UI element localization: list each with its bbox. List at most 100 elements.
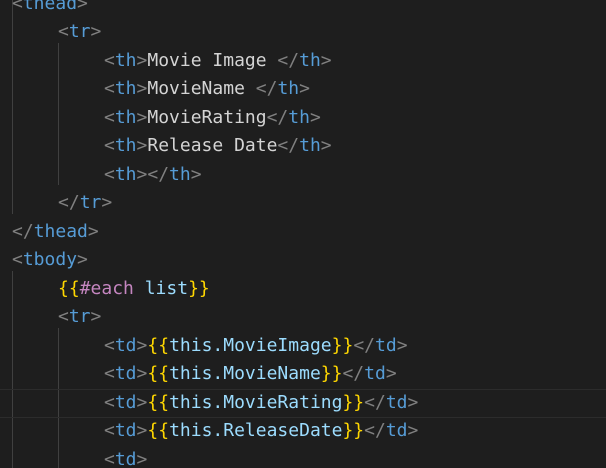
code-token-punct: > — [77, 249, 88, 270]
code-token-punct: </ — [58, 192, 80, 213]
code-token-punct: </ — [364, 420, 386, 441]
code-token-punct: > — [136, 335, 148, 356]
code-token-punct: > — [309, 107, 321, 128]
code-token-tag: td — [114, 392, 137, 413]
code-token-punct: > — [407, 392, 419, 413]
code-line[interactable]: <tbody> — [0, 246, 606, 275]
code-token-tag: td — [114, 335, 137, 356]
code-token-punct: </ — [364, 392, 386, 413]
code-token-brace: }} — [331, 335, 354, 356]
code-token-punct: > — [396, 335, 408, 356]
code-token-punct: </ — [266, 107, 289, 128]
code-token-brace: }} — [188, 278, 210, 299]
code-token-tag: tr — [68, 306, 91, 327]
code-token-tag: th — [114, 164, 137, 185]
code-token-var: this.MovieImage — [169, 335, 332, 356]
code-token-punct: > — [101, 192, 113, 213]
code-token-punct: </ — [353, 335, 375, 356]
code-token-brace: {{ — [147, 363, 170, 384]
code-token-punct: < — [104, 50, 115, 71]
code-token-punct: < — [104, 135, 115, 156]
code-token-punct: > — [136, 107, 148, 128]
code-token-tag: thead — [22, 0, 78, 14]
code-token-tag: tr — [68, 21, 91, 42]
code-token-tag: th — [114, 135, 137, 156]
code-line[interactable]: <thead> — [0, 0, 606, 19]
code-token-brace: }} — [320, 363, 343, 384]
code-token-tag: td — [364, 363, 386, 384]
code-line[interactable]: {{#each list}} — [0, 275, 606, 304]
code-token-punct: > — [136, 135, 148, 156]
code-line[interactable]: </thead> — [0, 218, 606, 247]
code-token-brace: }} — [342, 420, 365, 441]
code-token-brace: {{ — [147, 392, 170, 413]
code-token-tag: th — [169, 164, 191, 185]
code-token-tag: th — [114, 50, 137, 71]
code-token-punct: < — [58, 21, 69, 42]
code-token-tag: td — [114, 420, 137, 441]
code-token-punct: > — [136, 449, 148, 468]
code-token-brace: {{ — [58, 278, 80, 299]
code-token-tag: th — [299, 50, 321, 71]
code-token-text: Release Date — [147, 135, 278, 156]
code-line[interactable]: <th>MovieName </th> — [0, 75, 606, 104]
code-token-punct: > — [385, 363, 397, 384]
code-token-text: Movie Image — [147, 50, 278, 71]
code-token-punct: > — [136, 363, 148, 384]
code-token-punct: </ — [277, 135, 300, 156]
code-token-var: list — [144, 278, 189, 299]
code-line[interactable]: <th>MovieRating</th> — [0, 104, 606, 133]
code-token-tag: th — [299, 135, 321, 156]
code-token-tag: th — [114, 107, 137, 128]
code-token-tag: thead — [33, 221, 88, 242]
code-token-punct: > — [136, 50, 148, 71]
code-token-text: MovieRating — [147, 107, 267, 128]
code-token-punct: < — [12, 0, 23, 14]
code-token-tag: td — [385, 392, 408, 413]
code-token-tag: td — [375, 335, 397, 356]
code-token-punct: > — [299, 78, 310, 99]
code-token-punct: < — [104, 164, 115, 185]
code-token-punct: > — [407, 420, 419, 441]
code-line[interactable]: <th>Movie Image </th> — [0, 47, 606, 76]
code-token-punct: < — [104, 107, 115, 128]
code-token-tag: th — [114, 78, 137, 99]
code-token-brace: {{ — [147, 335, 170, 356]
code-token-text: MovieName — [147, 78, 256, 99]
code-line[interactable]: <tr> — [0, 303, 606, 332]
code-line[interactable]: <td> — [0, 446, 606, 468]
code-token-tag: td — [385, 420, 408, 441]
code-line[interactable]: <tr> — [0, 18, 606, 47]
code-token-tag: td — [114, 363, 137, 384]
code-token-punct: < — [104, 449, 115, 468]
code-token-var: this.MovieName — [169, 363, 321, 384]
code-line[interactable]: <td>{{this.MovieImage}}</td> — [0, 332, 606, 361]
code-token-punct: < — [12, 249, 23, 270]
code-token-punct: > — [320, 135, 332, 156]
code-token-brace: {{ — [147, 420, 170, 441]
code-line[interactable]: <th></th> — [0, 161, 606, 190]
code-line[interactable]: <td>{{this.ReleaseDate}}</td> — [0, 417, 606, 446]
code-token-tag: tr — [79, 192, 102, 213]
code-token-punct: > — [87, 221, 99, 242]
code-line[interactable]: <td>{{this.MovieName}}</td> — [0, 360, 606, 389]
code-line[interactable]: <td>{{this.MovieRating}}</td> — [0, 389, 606, 418]
code-token-punct: </ — [277, 50, 300, 71]
code-editor[interactable]: <thead> <tr> <th>Movie Image </th> <th>Movi… — [0, 0, 606, 468]
code-line[interactable]: <th>Release Date</th> — [0, 132, 606, 161]
code-token-var: this.ReleaseDate — [169, 420, 343, 441]
code-token-punct: > — [77, 0, 88, 14]
code-token-punct: < — [104, 420, 115, 441]
code-token-brace: }} — [342, 392, 365, 413]
code-token-punct: > — [136, 420, 148, 441]
code-token-punct: > — [136, 78, 148, 99]
code-token-punct: < — [58, 306, 69, 327]
code-token-punct: </ — [255, 78, 278, 99]
code-token-punct: > — [136, 392, 148, 413]
code-token-punct: < — [104, 78, 115, 99]
code-line[interactable]: </tr> — [0, 189, 606, 218]
code-token-keyword: #each — [79, 278, 134, 299]
code-token-punct: < — [104, 392, 115, 413]
code-token-punct: > — [190, 164, 202, 185]
